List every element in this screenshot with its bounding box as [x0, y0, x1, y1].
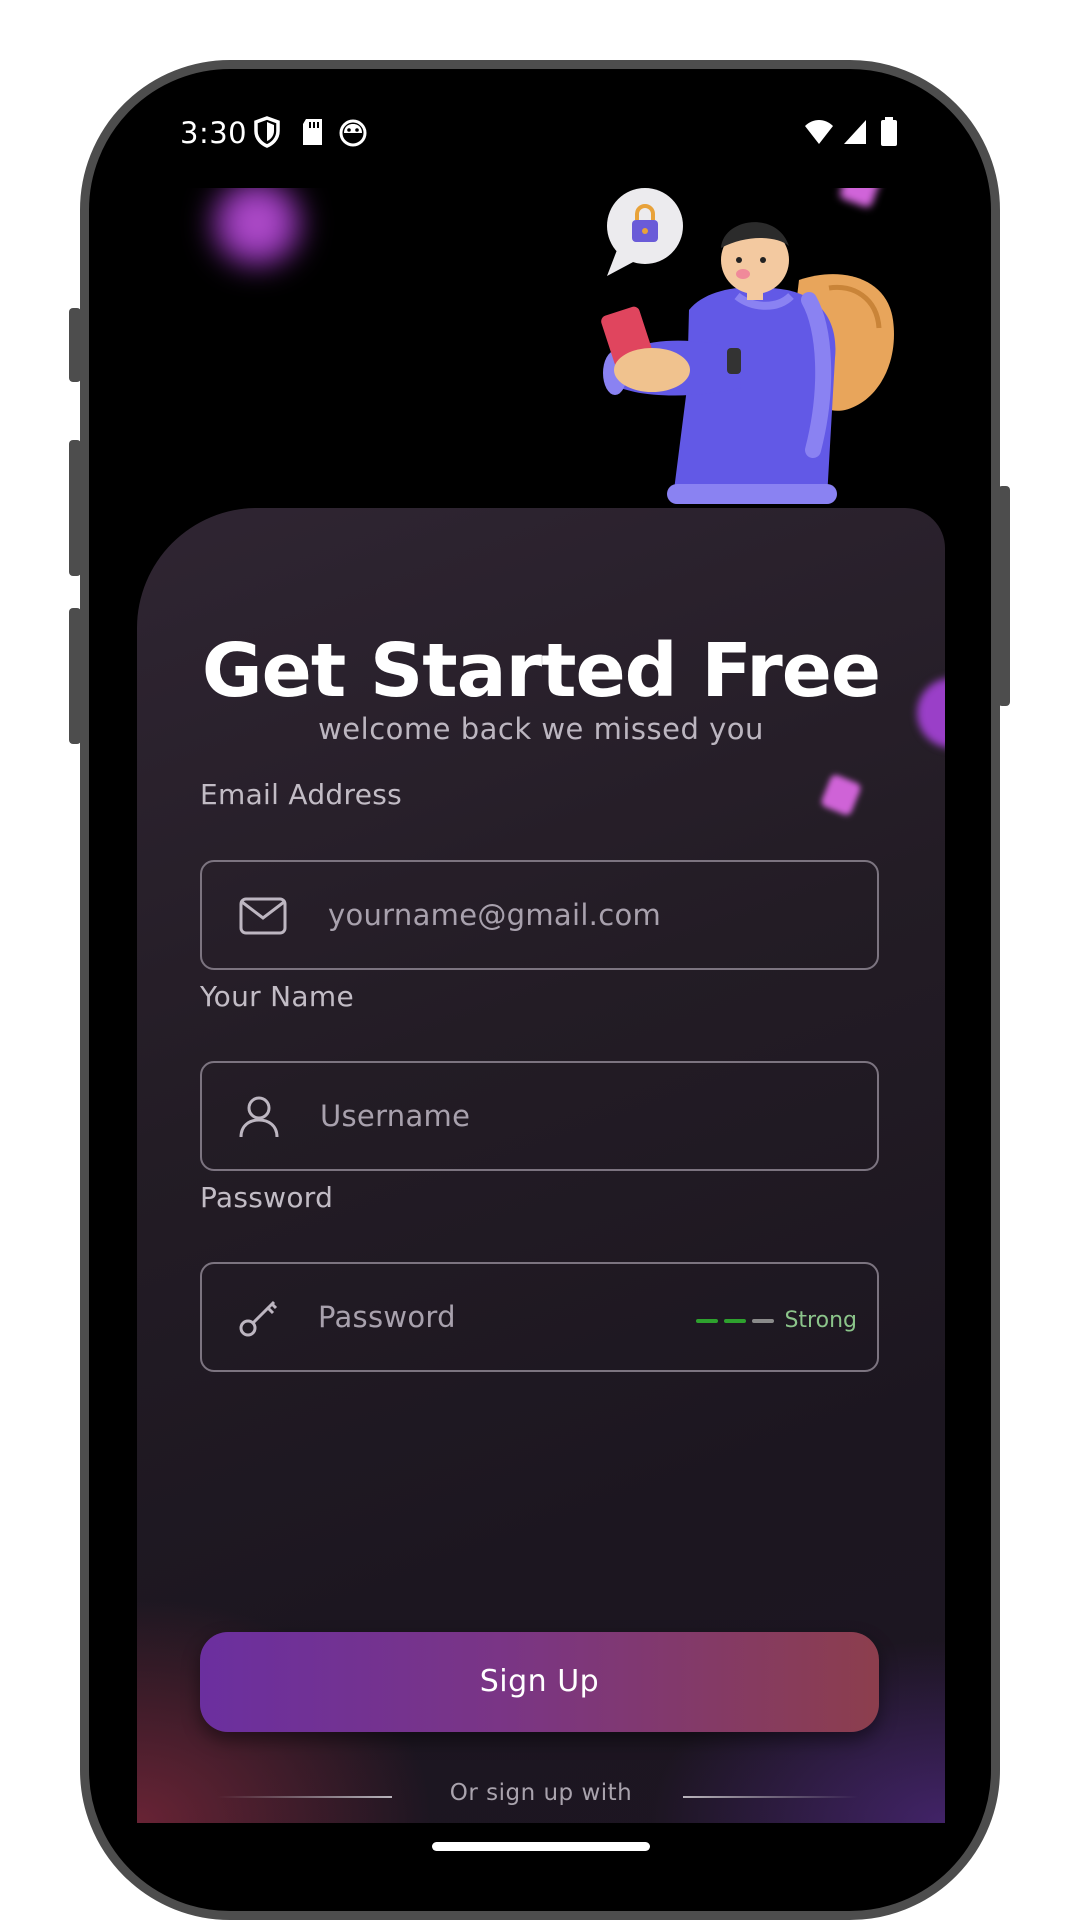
email-label: Email Address	[200, 778, 402, 811]
hero-illustration	[601, 188, 894, 504]
app-screen: Get Started Free welcome back we missed …	[137, 188, 945, 1823]
strength-segment	[696, 1318, 719, 1323]
name-label: Your Name	[200, 980, 354, 1013]
shield-icon	[254, 116, 280, 148]
decor-blob	[207, 188, 307, 268]
signup-button[interactable]: Sign Up	[200, 1632, 879, 1732]
divider-line	[683, 1796, 858, 1798]
home-indicator[interactable]	[432, 1842, 650, 1851]
password-field[interactable]: Password Strong	[200, 1262, 879, 1372]
battery-icon	[881, 117, 897, 146]
strength-segment	[752, 1318, 775, 1323]
sd-card-icon	[303, 119, 322, 145]
page-title: Get Started Free	[201, 628, 881, 714]
password-strength-label: Strong	[784, 1308, 857, 1333]
android-debug-icon	[339, 119, 367, 147]
username-field[interactable]: Username	[200, 1061, 879, 1171]
signup-card: Get Started Free welcome back we missed …	[137, 508, 945, 1823]
decor-cube	[819, 773, 863, 817]
mail-icon	[239, 897, 287, 935]
status-bar: 3:30	[100, 110, 920, 158]
password-placeholder: Password	[318, 1300, 456, 1334]
status-time: 3:30	[180, 116, 248, 150]
password-strength-meter: Strong	[696, 1308, 857, 1333]
signal-icon	[844, 120, 866, 144]
email-field[interactable]: yourname@gmail.com	[200, 860, 879, 970]
alt-signup-text: Or sign up with	[449, 1780, 633, 1806]
password-label: Password	[200, 1181, 334, 1214]
wifi-icon	[805, 120, 833, 144]
key-icon	[239, 1300, 278, 1337]
page-subtitle: welcome back we missed you	[318, 712, 764, 746]
username-placeholder: Username	[320, 1099, 471, 1133]
strength-segment	[724, 1318, 747, 1323]
email-placeholder: yourname@gmail.com	[328, 898, 662, 932]
user-icon	[239, 1096, 279, 1138]
